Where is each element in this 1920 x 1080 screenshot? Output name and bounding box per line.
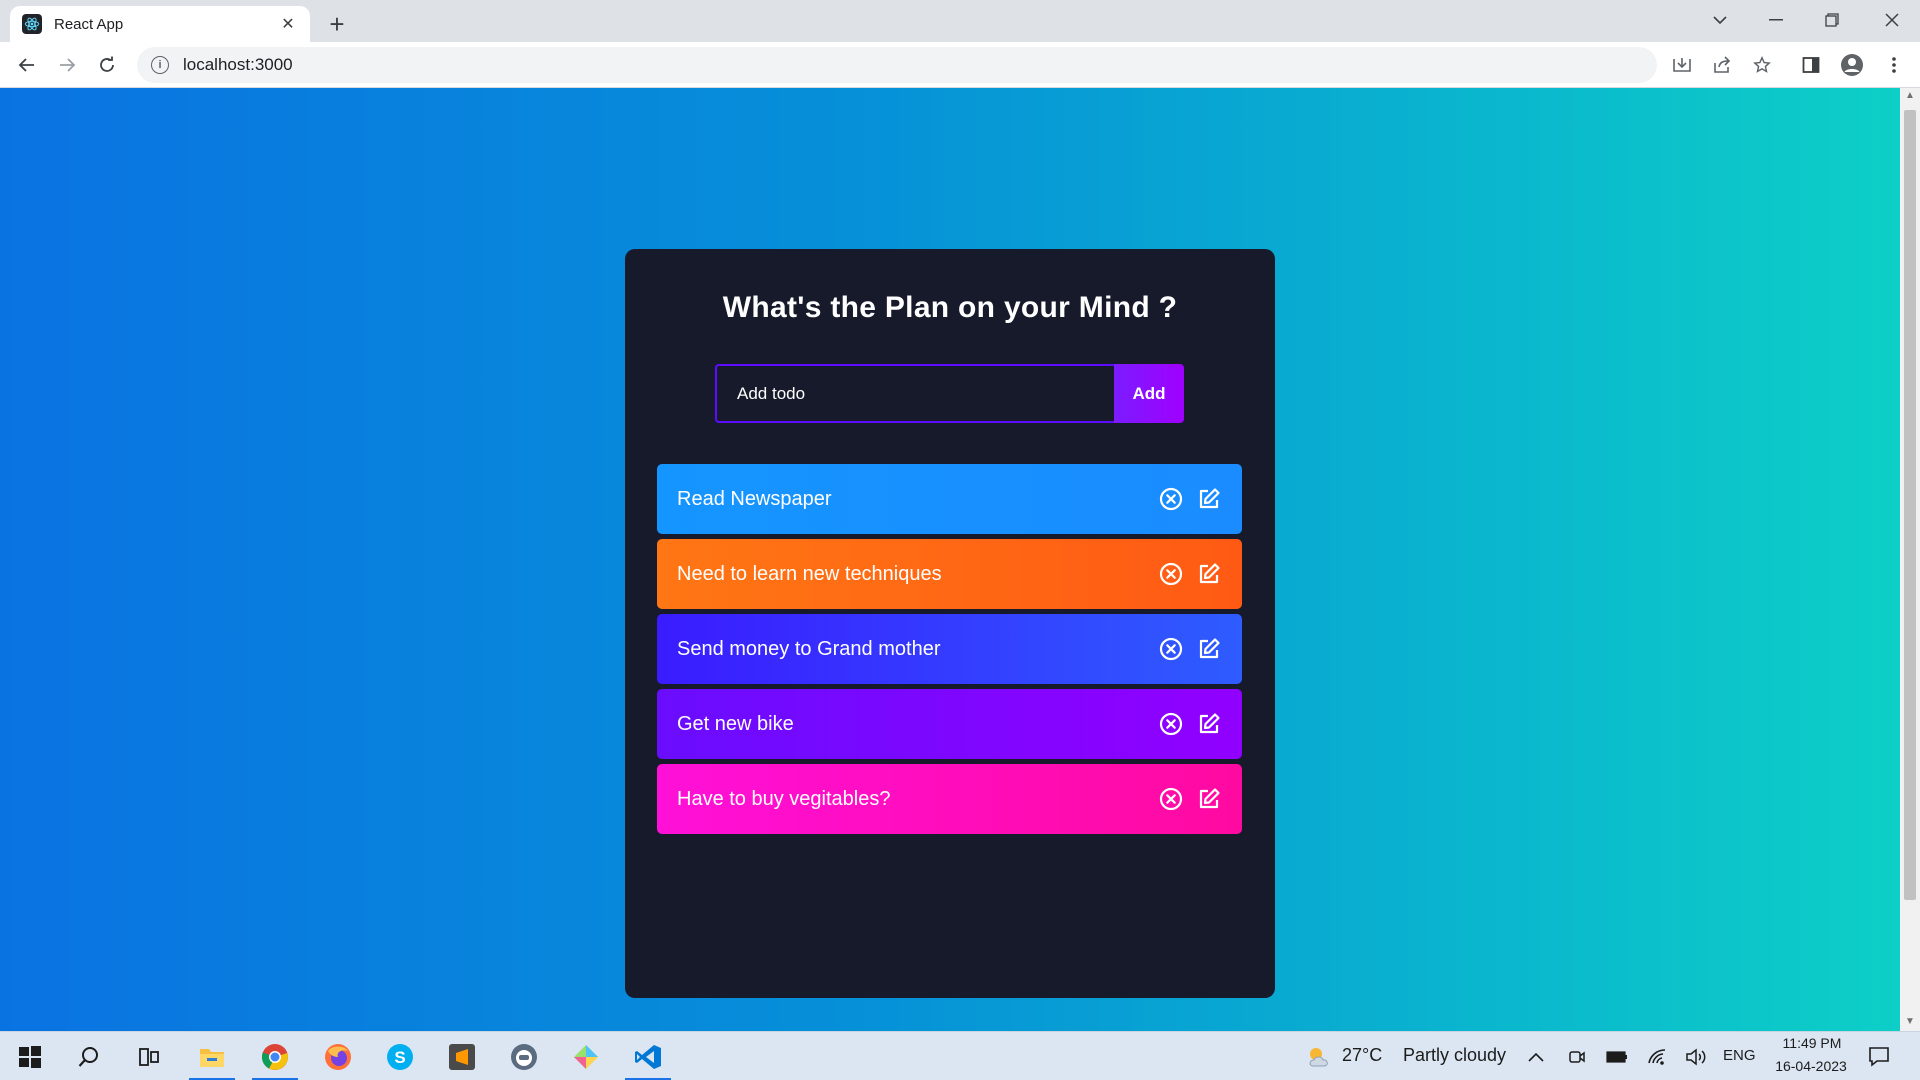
battery-icon[interactable] [1606, 1046, 1628, 1068]
address-bar[interactable]: i localhost:3000 [137, 47, 1657, 83]
edit-pencil-icon[interactable] [1196, 486, 1222, 512]
todo-text: Have to buy vegitables? [677, 787, 891, 810]
browser-toolbar: i localhost:3000 [0, 42, 1920, 88]
todo-text: Read Newspaper [677, 487, 832, 510]
reload-icon[interactable] [93, 51, 121, 79]
todo-item[interactable]: Need to learn new techniques [657, 539, 1242, 609]
meet-now-icon[interactable] [1566, 1046, 1588, 1068]
tab-title: React App [54, 15, 124, 33]
react-logo-icon [22, 14, 42, 34]
browser-tab[interactable]: React App ✕ [10, 6, 310, 42]
weather-temperature[interactable]: 27°C [1342, 1045, 1382, 1066]
gitkraken-icon[interactable] [559, 1032, 613, 1080]
delete-circle-x-icon[interactable] [1158, 786, 1184, 812]
url-text: localhost:3000 [183, 55, 293, 74]
sublime-text-icon[interactable] [435, 1032, 489, 1080]
profile-avatar-icon[interactable] [1838, 51, 1866, 79]
new-tab-button[interactable]: + [322, 9, 352, 39]
browser-menu-icon[interactable] [1880, 51, 1908, 79]
site-info-icon[interactable]: i [151, 56, 169, 74]
edit-pencil-icon[interactable] [1196, 711, 1222, 737]
page-viewport: What's the Plan on your Mind ? Add Read … [0, 88, 1900, 1031]
install-app-icon[interactable] [1668, 51, 1696, 79]
side-panel-icon[interactable] [1797, 51, 1825, 79]
todo-item[interactable]: Send money to Grand mother [657, 614, 1242, 684]
scroll-up-arrow-icon[interactable]: ▲ [1904, 90, 1916, 102]
input-language[interactable]: ENG [1723, 1047, 1756, 1064]
clock-time[interactable]: 11:49 PM [1777, 1035, 1847, 1051]
bookmark-star-icon[interactable] [1748, 51, 1776, 79]
wifi-icon[interactable] [1646, 1046, 1668, 1068]
notification-center-icon[interactable] [1868, 1045, 1890, 1067]
todo-input[interactable] [715, 364, 1114, 423]
todo-text: Need to learn new techniques [677, 562, 942, 585]
minimize-button[interactable] [1748, 0, 1804, 40]
share-icon[interactable] [1708, 51, 1736, 79]
skype-icon[interactable]: S [373, 1032, 427, 1080]
scrollbar-thumb[interactable] [1904, 110, 1916, 900]
file-explorer-icon[interactable] [185, 1032, 239, 1080]
github-desktop-icon[interactable] [497, 1032, 551, 1080]
vertical-scrollbar[interactable]: ▲ ▼ [1900, 88, 1920, 1031]
back-arrow-icon[interactable] [13, 51, 41, 79]
browser-tabstrip: React App ✕ + [0, 0, 1920, 42]
windows-taskbar: S 27°C Partly cloudy ENG 11:49 PM 16-04-… [0, 1031, 1920, 1080]
restore-button[interactable] [1804, 0, 1860, 40]
edit-pencil-icon[interactable] [1196, 636, 1222, 662]
todo-app-card: What's the Plan on your Mind ? Add Read … [625, 249, 1275, 998]
app-title: What's the Plan on your Mind ? [722, 291, 1178, 324]
delete-circle-x-icon[interactable] [1158, 636, 1184, 662]
forward-arrow-icon[interactable] [53, 51, 81, 79]
chrome-icon[interactable] [248, 1032, 302, 1080]
delete-circle-x-icon[interactable] [1158, 561, 1184, 587]
tab-search-icon[interactable] [1692, 0, 1748, 40]
weather-partly-cloudy-icon[interactable] [1305, 1044, 1333, 1070]
svg-text:S: S [394, 1048, 405, 1067]
task-view-icon[interactable] [122, 1032, 176, 1080]
todo-item[interactable]: Get new bike [657, 689, 1242, 759]
todo-form: Add [715, 364, 1184, 423]
todo-text: Send money to Grand mother [677, 637, 941, 660]
vscode-icon[interactable] [621, 1032, 675, 1080]
firefox-icon[interactable] [311, 1032, 365, 1080]
todo-item[interactable]: Read Newspaper [657, 464, 1242, 534]
todo-item[interactable]: Have to buy vegitables? [657, 764, 1242, 834]
todo-text: Get new bike [677, 712, 794, 735]
search-icon[interactable] [62, 1032, 116, 1080]
scroll-down-arrow-icon[interactable]: ▼ [1904, 1016, 1916, 1028]
delete-circle-x-icon[interactable] [1158, 711, 1184, 737]
add-todo-button[interactable]: Add [1114, 364, 1184, 423]
edit-pencil-icon[interactable] [1196, 786, 1222, 812]
windows-start-icon[interactable] [3, 1032, 57, 1080]
close-window-button[interactable] [1864, 0, 1920, 40]
tab-close-icon[interactable]: ✕ [278, 14, 298, 34]
delete-circle-x-icon[interactable] [1158, 486, 1184, 512]
edit-pencil-icon[interactable] [1196, 561, 1222, 587]
volume-icon[interactable] [1685, 1046, 1707, 1068]
chevron-up-icon[interactable] [1525, 1046, 1547, 1068]
weather-description[interactable]: Partly cloudy [1403, 1045, 1506, 1066]
clock-date[interactable]: 16-04-2023 [1769, 1058, 1853, 1074]
